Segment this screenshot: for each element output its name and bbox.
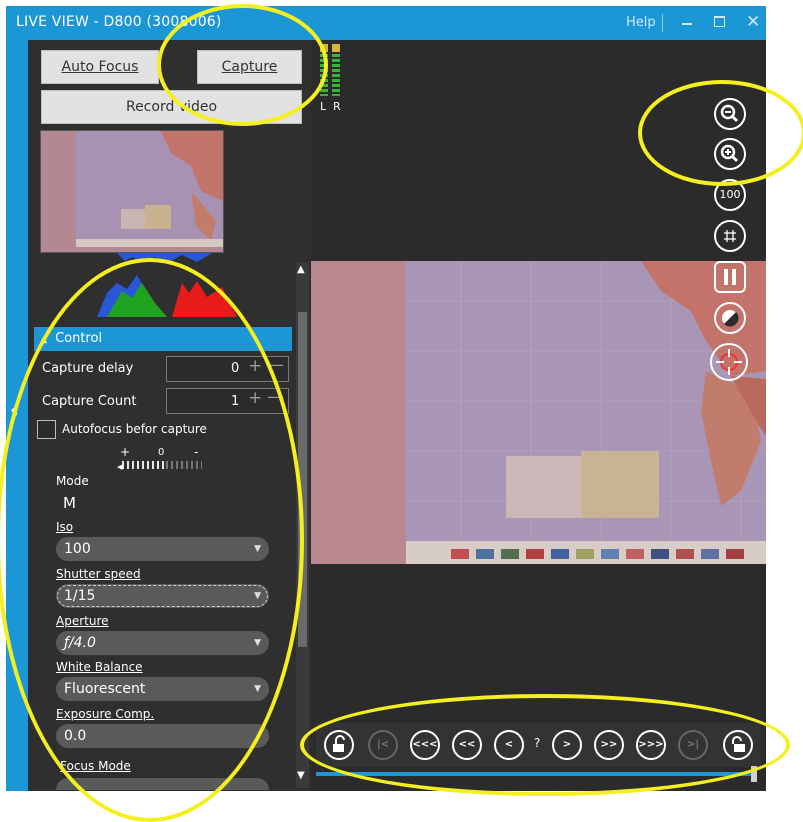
autofocus-button[interactable]: Auto Focus	[41, 50, 159, 84]
help-link[interactable]: Help	[626, 15, 656, 30]
scroll-down-icon[interactable]: ▼	[297, 770, 305, 781]
title-separator	[662, 14, 663, 32]
annotation-control-panel	[0, 258, 304, 822]
pause-icon[interactable]	[714, 261, 746, 293]
contrast-icon[interactable]	[714, 302, 746, 334]
maximize-icon[interactable]	[714, 16, 725, 27]
annotation-capture	[157, 4, 328, 126]
title-bar: LIVE VIEW - D800 (3008006) Help ✕	[6, 6, 766, 40]
annotation-zoom	[638, 80, 803, 186]
thumbnail-map-image	[41, 131, 223, 252]
audio-left-label: L	[320, 100, 327, 113]
scroll-up-icon[interactable]: ▲	[297, 264, 305, 275]
audio-right-label: R	[333, 100, 341, 113]
autofocus-label: Auto Focus	[61, 59, 139, 75]
minimize-icon[interactable]	[682, 23, 692, 25]
live-view-image[interactable]	[311, 261, 766, 564]
grid-icon[interactable]	[714, 220, 746, 252]
world-map-photo	[311, 261, 766, 564]
capture-thumbnail[interactable]	[40, 130, 224, 253]
annotation-navigation	[300, 694, 790, 796]
close-icon[interactable]: ✕	[746, 12, 760, 32]
focus-target-icon[interactable]	[710, 343, 748, 381]
